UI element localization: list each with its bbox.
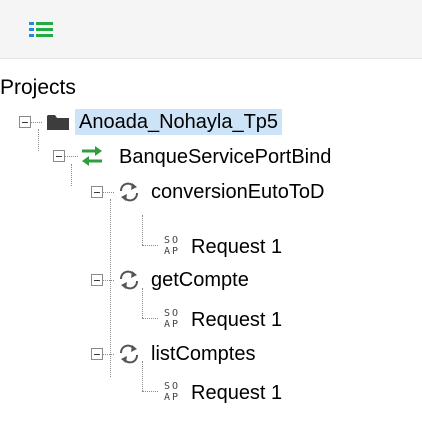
folder-icon [46, 113, 70, 136]
refresh-icon [118, 344, 140, 369]
toolbar [0, 0, 422, 59]
collapse-icon[interactable] [91, 348, 103, 360]
collapse-icon[interactable] [91, 186, 103, 198]
tree-item-binding[interactable]: BanqueServicePortBind [0, 143, 422, 177]
tree-item-operation[interactable]: getCompte [0, 267, 422, 301]
soap-request-icon: SO AP [163, 381, 181, 403]
operation-label[interactable]: conversionEutoToD [151, 179, 324, 205]
tree-item-operation[interactable]: listComptes [0, 341, 422, 375]
operation-label[interactable]: getCompte [151, 267, 249, 293]
tree-view-icon[interactable] [27, 18, 57, 40]
tree-item-request[interactable]: SO AP Request 1 [0, 304, 422, 338]
binding-label[interactable]: BanqueServicePortBind [119, 144, 331, 170]
swap-arrows-icon [80, 145, 104, 172]
collapse-icon[interactable] [91, 274, 103, 286]
collapse-icon[interactable] [19, 116, 31, 128]
tree-item-request[interactable]: SO AP Request 1 [0, 231, 422, 265]
operation-label[interactable]: listComptes [151, 341, 255, 367]
project-label[interactable]: Anoada_Nohayla_Tp5 [75, 109, 283, 135]
request-label[interactable]: Request 1 [191, 234, 282, 260]
project-tree: Projects Anoada_Nohayla_Tp5 BanqueServic… [0, 58, 422, 439]
navigator-panel: Projects Anoada_Nohayla_Tp5 BanqueServic… [0, 0, 422, 439]
request-label[interactable]: Request 1 [191, 307, 282, 333]
soap-request-icon: SO AP [163, 235, 181, 257]
refresh-icon [118, 270, 140, 295]
refresh-icon [118, 182, 140, 207]
tree-item-operation[interactable]: conversionEutoToD [0, 179, 422, 213]
tree-item-request[interactable]: SO AP Request 1 [0, 377, 422, 411]
soap-request-icon: SO AP [163, 308, 181, 330]
request-label[interactable]: Request 1 [191, 380, 282, 406]
collapse-icon[interactable] [53, 150, 65, 162]
tree-item-project[interactable]: Anoada_Nohayla_Tp5 [0, 108, 422, 142]
tree-title: Projects [0, 76, 76, 99]
